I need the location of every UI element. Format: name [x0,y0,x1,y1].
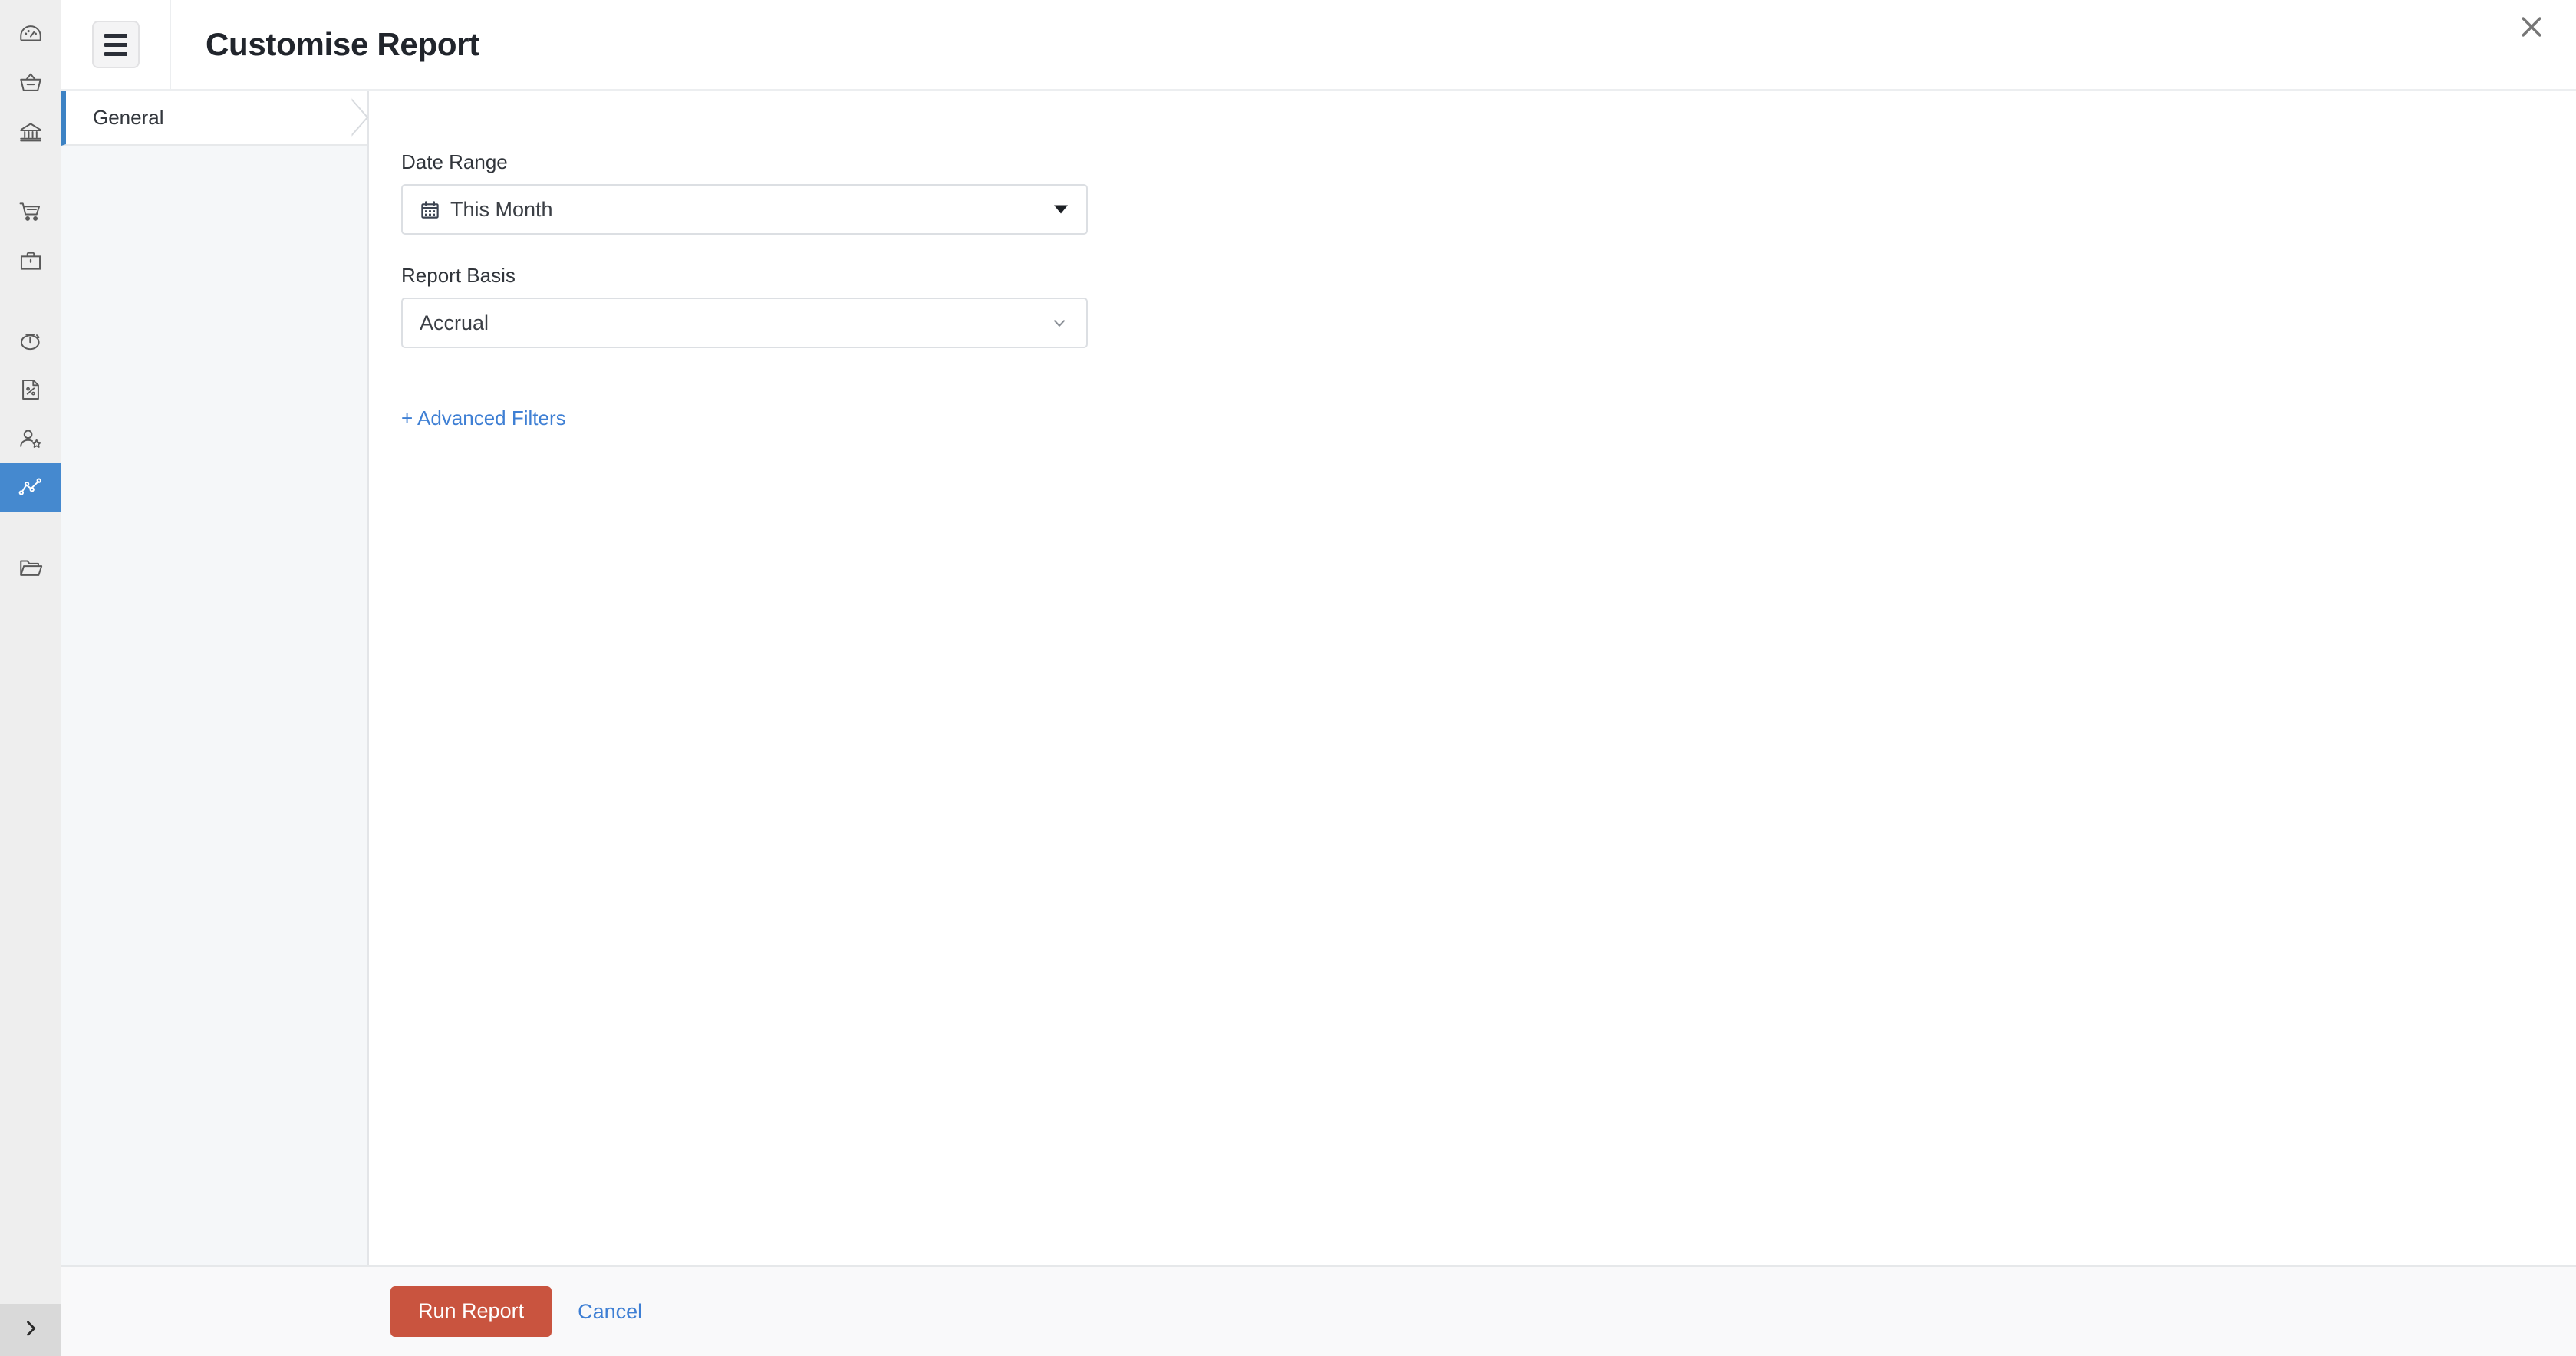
close-icon [2516,12,2547,46]
briefcase-icon [18,248,44,274]
hamburger-bar-3 [104,51,127,56]
caret-down-solid-icon [1054,205,1068,214]
sidebar-item-time-tracking[interactable] [0,316,61,365]
page-title: Customise Report [206,26,479,62]
sidebar-item-sales[interactable] [0,58,61,107]
report-basis-field: Report Basis Accrual [401,265,2576,348]
hamburger-bar-2 [104,42,127,47]
document-percent-icon [18,377,44,403]
customise-report-modal: Customise Report General Date Range This… [0,0,2576,1356]
sidebar-item-accountant[interactable] [0,414,61,463]
tab-general-label: General [93,105,164,129]
line-chart-icon [18,475,44,501]
date-range-select[interactable]: This Month [401,184,1088,235]
report-basis-value: Accrual [420,311,489,334]
modal-footer: Run Report Cancel [61,1265,2576,1356]
sidebar-expand-button[interactable] [0,1304,61,1356]
shopping-cart-icon [18,199,44,225]
dashboard-gauge-icon [18,21,44,47]
stopwatch-icon [18,327,44,354]
sidebar-item-purchases[interactable] [0,187,61,236]
chevron-down-icon [1049,313,1069,333]
date-range-value: This Month [450,197,553,221]
basket-icon [18,70,44,96]
cancel-button[interactable]: Cancel [575,1294,645,1330]
sidebar-item-banking[interactable] [0,107,61,156]
hamburger-cell [61,0,171,90]
bank-icon [18,119,44,145]
tab-panel: General [61,91,369,1265]
tab-notch-icon [349,97,369,137]
sidebar-item-documents[interactable] [0,543,61,592]
app-icon-rail [0,0,61,1356]
rail-icon-list [0,0,61,592]
form-content: Date Range This Month Report Basis Accru… [369,91,2576,1265]
date-range-label: Date Range [401,150,508,173]
date-range-field: Date Range This Month [401,152,2576,235]
report-basis-label: Report Basis [401,264,516,287]
hamburger-menu-icon[interactable] [91,21,140,68]
modal-header: Customise Report [61,0,2576,91]
modal-body: General Date Range This Month Report Bas… [61,91,2576,1265]
chevron-right-icon [20,1318,41,1343]
sidebar-item-dashboard[interactable] [0,9,61,58]
modal-main: Customise Report General Date Range This… [61,0,2576,1356]
sidebar-item-reports[interactable] [0,463,61,512]
report-basis-select[interactable]: Accrual [401,298,1088,348]
tab-general[interactable]: General [61,91,369,146]
run-report-button[interactable]: Run Report [390,1286,552,1337]
open-folder-icon [18,555,44,581]
sidebar-item-taxes[interactable] [0,365,61,414]
calendar-icon [420,199,440,220]
sidebar-item-items[interactable] [0,236,61,285]
hamburger-bar-1 [104,33,127,38]
user-star-icon [18,426,44,452]
advanced-filters-link[interactable]: + Advanced Filters [401,408,566,428]
close-button[interactable] [2508,5,2555,52]
